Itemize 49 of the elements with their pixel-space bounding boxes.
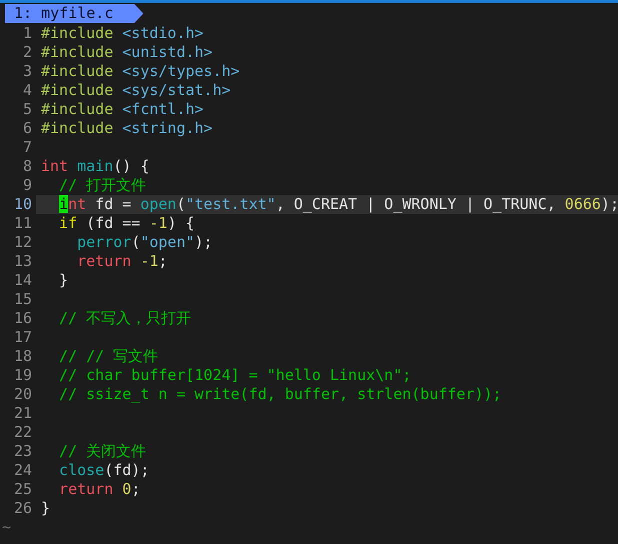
- line-number: 5: [22, 100, 32, 119]
- code-line: // 不写入，只打开: [58, 309, 192, 328]
- line-number: 16: [12, 309, 32, 328]
- line-number: 3: [22, 62, 32, 81]
- line-number: 18: [12, 347, 32, 366]
- line-number: 21: [12, 404, 32, 423]
- line-number: 9: [22, 176, 32, 195]
- code-line: // char buffer[1024] = "hello Linux\n";: [58, 366, 412, 385]
- code-line: // 打开文件: [58, 176, 146, 195]
- line-number: 22: [12, 423, 32, 442]
- buffer-tab[interactable]: 1: myfile.c: [5, 4, 144, 23]
- line-number: 24: [12, 461, 32, 480]
- code-line: #include <sys/types.h>: [41, 62, 240, 81]
- code-line: close(fd);: [58, 461, 150, 480]
- line-number: 26: [12, 499, 32, 518]
- code-line: // // 写文件: [58, 347, 158, 366]
- line-number: 23: [12, 442, 32, 461]
- code-line: perror("open");: [76, 233, 213, 252]
- code-line: #include <string.h>: [41, 119, 213, 138]
- code-line: // 关闭文件: [58, 442, 146, 461]
- code-line: #include <fcntl.h>: [41, 100, 204, 119]
- code-line: int main() {: [41, 157, 150, 176]
- line-number: 12: [12, 233, 32, 252]
- line-number: 7: [22, 138, 32, 157]
- code-line: }: [41, 499, 50, 518]
- code-line: if (fd == -1) {: [58, 214, 195, 233]
- code-line: #include <unistd.h>: [41, 43, 213, 62]
- code-line: return -1;: [76, 252, 168, 271]
- line-number: 1: [22, 24, 32, 43]
- code-line: // ssize_t n = write(fd, buffer, strlen(buffer));: [58, 385, 502, 404]
- code-line: return 0;: [58, 480, 140, 499]
- line-number: 10: [12, 195, 32, 214]
- code-line: #include <stdio.h>: [41, 24, 204, 43]
- line-number: 20: [12, 385, 32, 404]
- line-number: 2: [22, 43, 32, 62]
- line-number: 6: [22, 119, 32, 138]
- line-number: 8: [22, 157, 32, 176]
- line-number: 15: [12, 290, 32, 309]
- line-number: 13: [12, 252, 32, 271]
- line-number: 11: [12, 214, 32, 233]
- line-number: 25: [12, 480, 32, 499]
- code-line: #include <sys/stat.h>: [41, 81, 231, 100]
- code-line: }: [58, 271, 68, 290]
- line-number: 4: [22, 81, 32, 100]
- empty-line-marker: ~: [1, 518, 12, 537]
- line-number: 17: [12, 328, 32, 347]
- line-number: 14: [12, 271, 32, 290]
- line-number: 19: [12, 366, 32, 385]
- code-line: int fd = open("test.txt", O_CREAT | O_WRONLY | O_TRUNC, 0666);: [58, 195, 618, 214]
